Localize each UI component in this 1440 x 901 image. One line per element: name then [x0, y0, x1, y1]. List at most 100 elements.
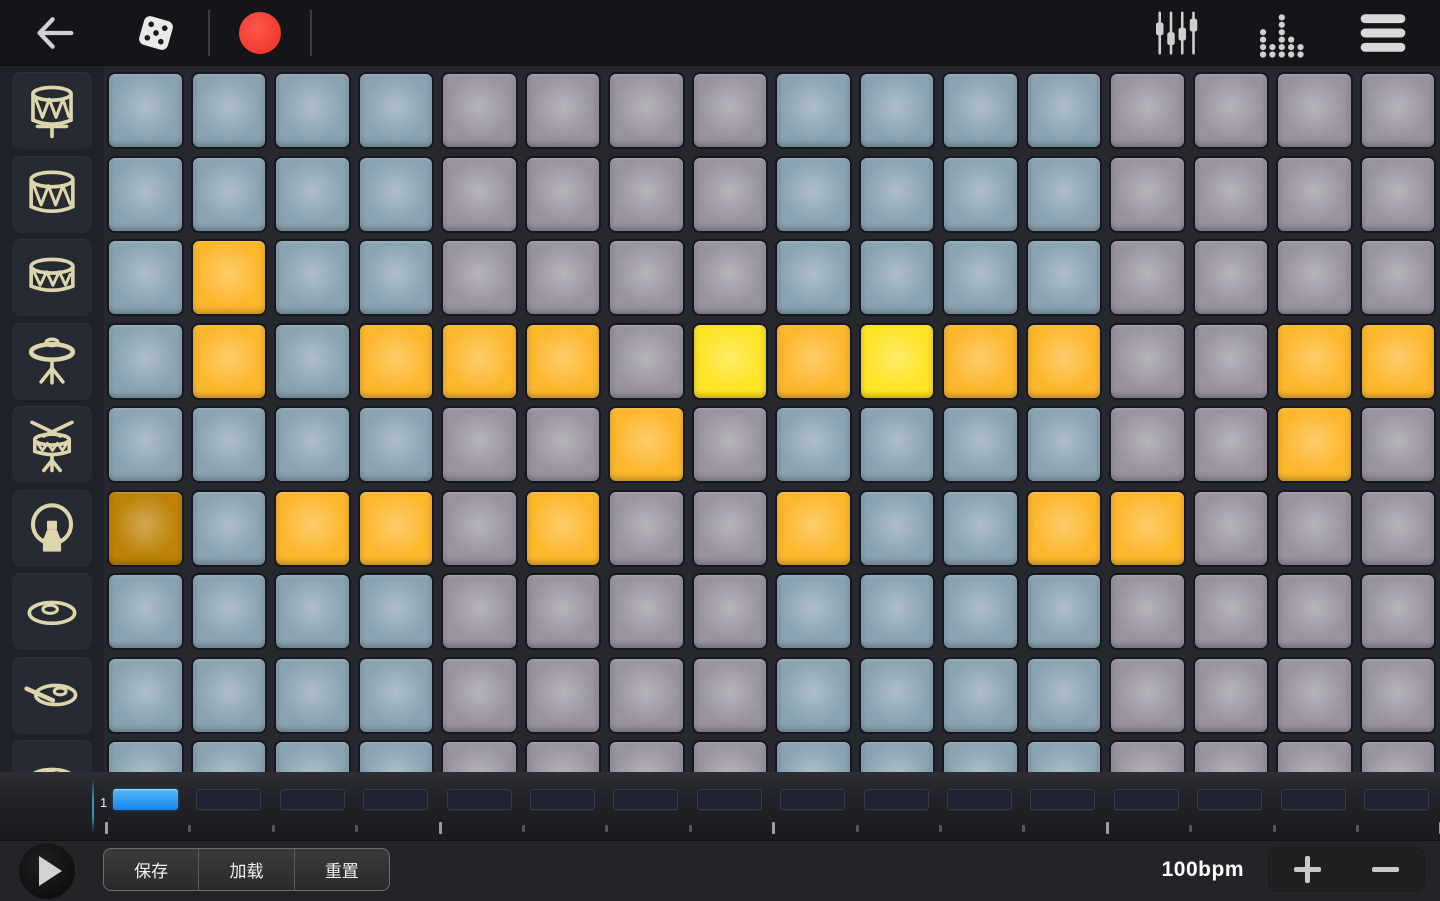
pad-snare-5[interactable] [441, 239, 518, 316]
back-button[interactable] [31, 8, 77, 58]
pad-snare-11[interactable] [942, 239, 1019, 316]
pad-crash-cymbal-3[interactable] [274, 657, 351, 734]
measure-segment-15[interactable] [1281, 789, 1346, 810]
pad-cymbal-14[interactable] [1193, 740, 1270, 772]
measure-segment-13[interactable] [1114, 789, 1179, 810]
pad-crash-cymbal-12[interactable] [1026, 657, 1103, 734]
pad-tom-13[interactable] [1109, 156, 1186, 233]
measure-segment-11[interactable] [947, 789, 1012, 810]
pad-cymbal-5[interactable] [441, 740, 518, 772]
pad-snare-sticks-4[interactable] [358, 406, 435, 483]
pad-hihat-6[interactable] [525, 323, 602, 400]
pad-snare-sticks-11[interactable] [942, 406, 1019, 483]
instrument-cymbal[interactable] [12, 740, 92, 772]
bpm-increase-button[interactable] [1268, 847, 1347, 892]
record-button[interactable] [239, 12, 281, 54]
pad-crash-cymbal-4[interactable] [358, 657, 435, 734]
measure-segment-6[interactable] [530, 789, 595, 810]
pad-tom-10[interactable] [859, 156, 936, 233]
pad-crash-cymbal-13[interactable] [1109, 657, 1186, 734]
pad-snare-4[interactable] [358, 239, 435, 316]
pad-tom-11[interactable] [942, 156, 1019, 233]
pad-floor-tom-6[interactable] [525, 72, 602, 149]
pad-snare-sticks-7[interactable] [608, 406, 685, 483]
pad-tom-16[interactable] [1360, 156, 1437, 233]
pad-cymbal-10[interactable] [859, 740, 936, 772]
pad-ride-cymbal-11[interactable] [942, 573, 1019, 650]
mixer-button[interactable] [1153, 7, 1201, 59]
pad-ride-cymbal-9[interactable] [775, 573, 852, 650]
pad-tom-15[interactable] [1276, 156, 1353, 233]
pad-tom-3[interactable] [274, 156, 351, 233]
pad-hihat-12[interactable] [1026, 323, 1103, 400]
pad-ride-cymbal-5[interactable] [441, 573, 518, 650]
pad-floor-tom-5[interactable] [441, 72, 518, 149]
pad-snare-sticks-10[interactable] [859, 406, 936, 483]
pad-ride-cymbal-6[interactable] [525, 573, 602, 650]
pad-cymbal-6[interactable] [525, 740, 602, 772]
pad-crash-cymbal-16[interactable] [1360, 657, 1437, 734]
pad-tom-2[interactable] [191, 156, 268, 233]
pad-snare-16[interactable] [1360, 239, 1437, 316]
pad-tom-14[interactable] [1193, 156, 1270, 233]
pad-ride-cymbal-14[interactable] [1193, 573, 1270, 650]
pad-gong-10[interactable] [859, 490, 936, 567]
pad-floor-tom-7[interactable] [608, 72, 685, 149]
pad-snare-sticks-1[interactable] [107, 406, 184, 483]
pad-cymbal-13[interactable] [1109, 740, 1186, 772]
pad-snare-3[interactable] [274, 239, 351, 316]
pad-gong-13[interactable] [1109, 490, 1186, 567]
pad-tom-1[interactable] [107, 156, 184, 233]
load-button[interactable]: 加载 [199, 849, 294, 890]
pad-snare-14[interactable] [1193, 239, 1270, 316]
pad-hihat-16[interactable] [1360, 323, 1437, 400]
pad-tom-9[interactable] [775, 156, 852, 233]
pad-snare-13[interactable] [1109, 239, 1186, 316]
pad-cymbal-16[interactable] [1360, 740, 1437, 772]
pad-ride-cymbal-10[interactable] [859, 573, 936, 650]
pad-floor-tom-3[interactable] [274, 72, 351, 149]
measure-segment-10[interactable] [864, 789, 929, 810]
pad-floor-tom-15[interactable] [1276, 72, 1353, 149]
pad-snare-2[interactable] [191, 239, 268, 316]
instrument-hihat[interactable] [12, 323, 92, 400]
pad-hihat-4[interactable] [358, 323, 435, 400]
play-button[interactable] [19, 843, 75, 899]
reset-button[interactable]: 重置 [295, 849, 389, 890]
measure-segment-2[interactable] [196, 789, 261, 810]
pad-snare-sticks-13[interactable] [1109, 406, 1186, 483]
pad-hihat-8[interactable] [692, 323, 769, 400]
pad-crash-cymbal-7[interactable] [608, 657, 685, 734]
pad-snare-15[interactable] [1276, 239, 1353, 316]
pad-snare-6[interactable] [525, 239, 602, 316]
pad-ride-cymbal-12[interactable] [1026, 573, 1103, 650]
measure-segment-4[interactable] [363, 789, 428, 810]
pad-gong-4[interactable] [358, 490, 435, 567]
pad-cymbal-11[interactable] [942, 740, 1019, 772]
measure-segment-9[interactable] [780, 789, 845, 810]
pad-hihat-11[interactable] [942, 323, 1019, 400]
pad-crash-cymbal-15[interactable] [1276, 657, 1353, 734]
pad-gong-14[interactable] [1193, 490, 1270, 567]
pad-crash-cymbal-5[interactable] [441, 657, 518, 734]
pad-crash-cymbal-10[interactable] [859, 657, 936, 734]
pad-hihat-13[interactable] [1109, 323, 1186, 400]
pad-ride-cymbal-7[interactable] [608, 573, 685, 650]
pad-crash-cymbal-8[interactable] [692, 657, 769, 734]
pad-floor-tom-11[interactable] [942, 72, 1019, 149]
pad-snare-sticks-5[interactable] [441, 406, 518, 483]
pad-ride-cymbal-4[interactable] [358, 573, 435, 650]
pad-snare-10[interactable] [859, 239, 936, 316]
pad-crash-cymbal-14[interactable] [1193, 657, 1270, 734]
pad-hihat-9[interactable] [775, 323, 852, 400]
pad-snare-sticks-15[interactable] [1276, 406, 1353, 483]
pad-gong-15[interactable] [1276, 490, 1353, 567]
pad-snare-12[interactable] [1026, 239, 1103, 316]
pad-crash-cymbal-9[interactable] [775, 657, 852, 734]
pad-hihat-7[interactable] [608, 323, 685, 400]
pad-cymbal-12[interactable] [1026, 740, 1103, 772]
pad-ride-cymbal-3[interactable] [274, 573, 351, 650]
pad-floor-tom-9[interactable] [775, 72, 852, 149]
save-button[interactable]: 保存 [104, 849, 199, 890]
pad-snare-sticks-8[interactable] [692, 406, 769, 483]
